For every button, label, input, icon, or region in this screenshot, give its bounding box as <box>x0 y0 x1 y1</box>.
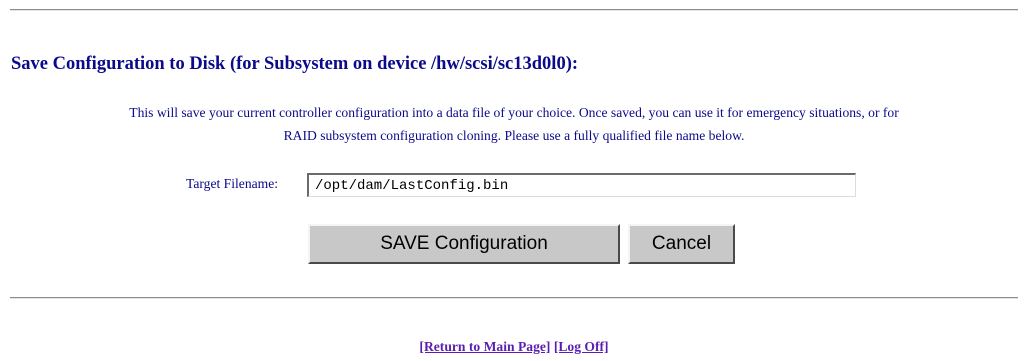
return-to-main-page-link[interactable]: [Return to Main Page] <box>419 339 550 354</box>
description-line-1: This will save your current controller c… <box>129 105 899 120</box>
save-configuration-button[interactable]: SAVE Configuration <box>308 224 620 264</box>
description: This will save your current controller c… <box>0 101 1028 147</box>
top-divider <box>10 9 1018 11</box>
page-title: Save Configuration to Disk (for Subsyste… <box>11 54 579 74</box>
log-off-link[interactable]: [Log Off] <box>554 339 609 354</box>
bottom-divider <box>10 297 1018 299</box>
description-line-2: RAID subsystem configuration cloning. Pl… <box>283 128 745 143</box>
footer-links: [Return to Main Page] [Log Off] <box>0 339 1028 355</box>
target-filename-input[interactable] <box>307 173 856 197</box>
target-filename-label: Target Filename: <box>186 176 279 191</box>
cancel-button[interactable]: Cancel <box>628 224 735 264</box>
